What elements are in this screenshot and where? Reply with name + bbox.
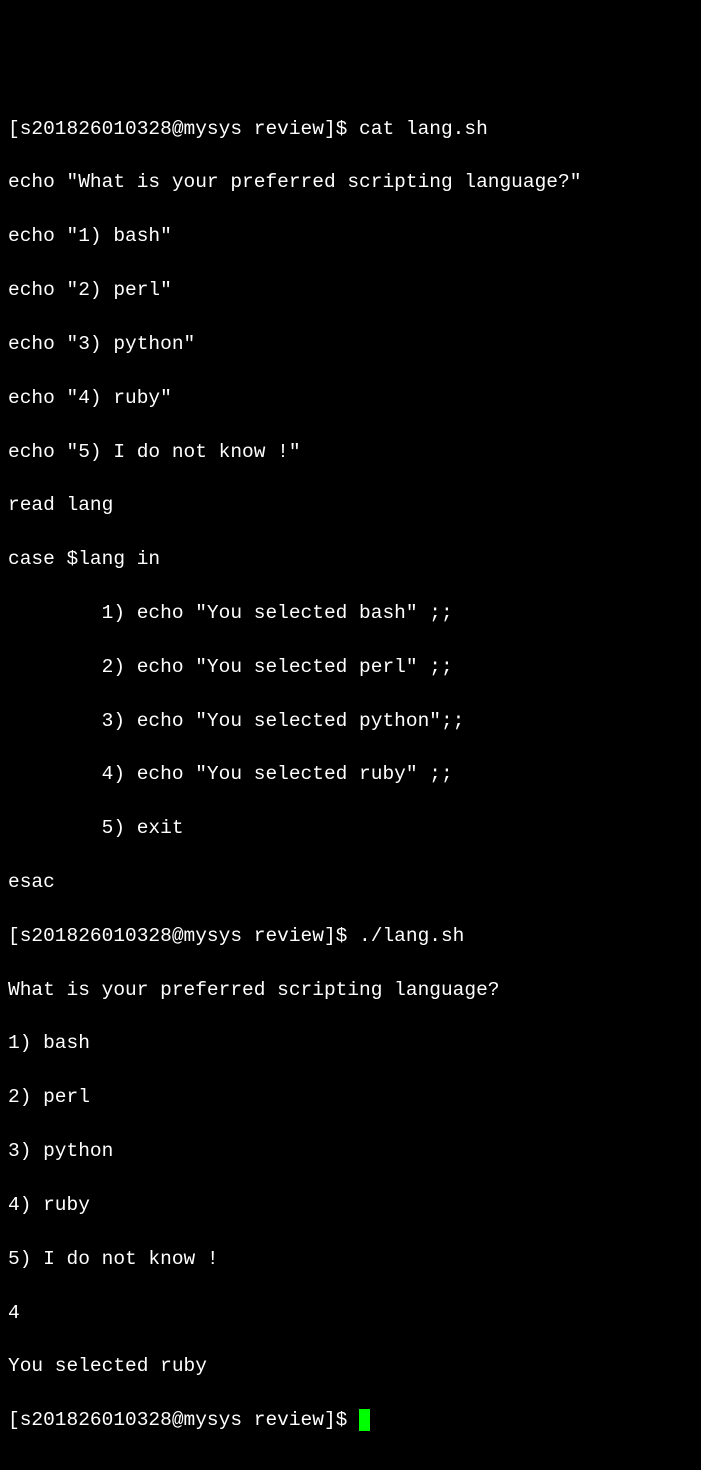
terminal-line: What is your preferred scripting languag… — [8, 977, 693, 1004]
terminal-line: You selected ruby — [8, 1353, 693, 1380]
terminal-line: esac — [8, 869, 693, 896]
terminal-line: case $lang in — [8, 546, 693, 573]
terminal-line: echo "2) perl" — [8, 277, 693, 304]
terminal-prompt-line[interactable]: [s201826010328@mysys review]$ — [8, 1407, 693, 1434]
terminal-line: 2) perl — [8, 1084, 693, 1111]
terminal-line: read lang — [8, 492, 693, 519]
terminal-line: [s201826010328@mysys review]$ ./lang.sh — [8, 923, 693, 950]
terminal-line: 5) exit — [8, 815, 693, 842]
terminal-line: echo "4) ruby" — [8, 385, 693, 412]
terminal-line: 2) echo "You selected perl" ;; — [8, 654, 693, 681]
terminal-line: 4) ruby — [8, 1192, 693, 1219]
terminal-line: 5) I do not know ! — [8, 1246, 693, 1273]
terminal-line: 1) echo "You selected bash" ;; — [8, 600, 693, 627]
terminal-line: [s201826010328@mysys review]$ cat lang.s… — [8, 116, 693, 143]
terminal-prompt-text: [s201826010328@mysys review]$ — [8, 1409, 359, 1431]
terminal-line: 4 — [8, 1300, 693, 1327]
cursor-icon — [359, 1409, 370, 1431]
terminal-line: echo "What is your preferred scripting l… — [8, 169, 693, 196]
terminal-line: 3) python — [8, 1138, 693, 1165]
terminal-line: 1) bash — [8, 1030, 693, 1057]
terminal-line: echo "1) bash" — [8, 223, 693, 250]
terminal-line: echo "5) I do not know !" — [8, 439, 693, 466]
terminal-line: echo "3) python" — [8, 331, 693, 358]
terminal-line: 3) echo "You selected python";; — [8, 708, 693, 735]
terminal-line: 4) echo "You selected ruby" ;; — [8, 761, 693, 788]
